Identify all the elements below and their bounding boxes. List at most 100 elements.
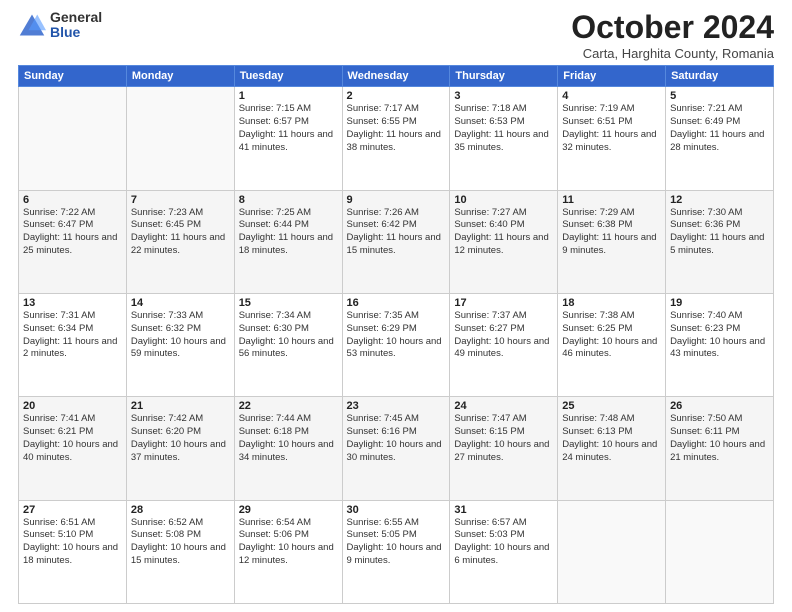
daylight-text: Daylight: 10 hours and 27 minutes.	[454, 439, 549, 463]
day-info: Sunrise: 7:50 AM Sunset: 6:11 PM Dayligh…	[670, 413, 769, 464]
calendar-week-row: 20 Sunrise: 7:41 AM Sunset: 6:21 PM Dayl…	[19, 397, 774, 500]
daylight-text: Daylight: 11 hours and 28 minutes.	[670, 129, 764, 153]
sunset-text: Sunset: 6:42 PM	[347, 219, 417, 230]
sunset-text: Sunset: 6:29 PM	[347, 323, 417, 334]
sunrise-text: Sunrise: 7:19 AM	[562, 103, 634, 114]
day-number: 22	[239, 400, 338, 412]
day-info: Sunrise: 7:35 AM Sunset: 6:29 PM Dayligh…	[347, 310, 446, 361]
logo-blue-text: Blue	[50, 25, 102, 40]
sunrise-text: Sunrise: 7:34 AM	[239, 310, 311, 321]
day-info: Sunrise: 6:54 AM Sunset: 5:06 PM Dayligh…	[239, 517, 338, 568]
calendar-header-row: SundayMondayTuesdayWednesdayThursdayFrid…	[19, 66, 774, 87]
day-number: 16	[347, 297, 446, 309]
sunset-text: Sunset: 6:34 PM	[23, 323, 93, 334]
daylight-text: Daylight: 11 hours and 35 minutes.	[454, 129, 548, 153]
sunset-text: Sunset: 6:18 PM	[239, 426, 309, 437]
day-info: Sunrise: 7:31 AM Sunset: 6:34 PM Dayligh…	[23, 310, 122, 361]
day-info: Sunrise: 7:38 AM Sunset: 6:25 PM Dayligh…	[562, 310, 661, 361]
calendar-cell: 21 Sunrise: 7:42 AM Sunset: 6:20 PM Dayl…	[126, 397, 234, 500]
sunrise-text: Sunrise: 7:21 AM	[670, 103, 742, 114]
sunrise-text: Sunrise: 7:31 AM	[23, 310, 95, 321]
daylight-text: Daylight: 10 hours and 34 minutes.	[239, 439, 334, 463]
day-info: Sunrise: 7:47 AM Sunset: 6:15 PM Dayligh…	[454, 413, 553, 464]
sunrise-text: Sunrise: 7:48 AM	[562, 413, 634, 424]
calendar-cell	[558, 500, 666, 603]
calendar-cell	[126, 87, 234, 190]
day-number: 28	[131, 504, 230, 516]
sunrise-text: Sunrise: 7:41 AM	[23, 413, 95, 424]
daylight-text: Daylight: 10 hours and 49 minutes.	[454, 336, 549, 360]
sunrise-text: Sunrise: 7:17 AM	[347, 103, 419, 114]
sunrise-text: Sunrise: 7:22 AM	[23, 207, 95, 218]
day-number: 27	[23, 504, 122, 516]
calendar-cell: 16 Sunrise: 7:35 AM Sunset: 6:29 PM Dayl…	[342, 293, 450, 396]
sunrise-text: Sunrise: 7:35 AM	[347, 310, 419, 321]
page: General Blue October 2024 Carta, Harghit…	[0, 0, 792, 612]
day-number: 23	[347, 400, 446, 412]
day-info: Sunrise: 7:17 AM Sunset: 6:55 PM Dayligh…	[347, 103, 446, 154]
sunrise-text: Sunrise: 6:55 AM	[347, 517, 419, 528]
sunrise-text: Sunrise: 7:18 AM	[454, 103, 526, 114]
day-info: Sunrise: 7:37 AM Sunset: 6:27 PM Dayligh…	[454, 310, 553, 361]
logo-general-text: General	[50, 10, 102, 25]
sunset-text: Sunset: 6:57 PM	[239, 116, 309, 127]
sunrise-text: Sunrise: 6:57 AM	[454, 517, 526, 528]
sunset-text: Sunset: 6:13 PM	[562, 426, 632, 437]
day-of-week-header: Saturday	[666, 66, 774, 87]
sunset-text: Sunset: 6:20 PM	[131, 426, 201, 437]
day-number: 12	[670, 194, 769, 206]
calendar-cell: 7 Sunrise: 7:23 AM Sunset: 6:45 PM Dayli…	[126, 190, 234, 293]
daylight-text: Daylight: 10 hours and 43 minutes.	[670, 336, 765, 360]
sunset-text: Sunset: 6:51 PM	[562, 116, 632, 127]
daylight-text: Daylight: 11 hours and 25 minutes.	[23, 232, 117, 256]
calendar-cell: 22 Sunrise: 7:44 AM Sunset: 6:18 PM Dayl…	[234, 397, 342, 500]
daylight-text: Daylight: 11 hours and 32 minutes.	[562, 129, 656, 153]
calendar-week-row: 1 Sunrise: 7:15 AM Sunset: 6:57 PM Dayli…	[19, 87, 774, 190]
location: Carta, Harghita County, Romania	[571, 46, 774, 61]
day-number: 4	[562, 90, 661, 102]
calendar-cell: 3 Sunrise: 7:18 AM Sunset: 6:53 PM Dayli…	[450, 87, 558, 190]
calendar-cell: 26 Sunrise: 7:50 AM Sunset: 6:11 PM Dayl…	[666, 397, 774, 500]
day-info: Sunrise: 7:33 AM Sunset: 6:32 PM Dayligh…	[131, 310, 230, 361]
day-of-week-header: Friday	[558, 66, 666, 87]
day-of-week-header: Thursday	[450, 66, 558, 87]
sunset-text: Sunset: 6:27 PM	[454, 323, 524, 334]
day-of-week-header: Tuesday	[234, 66, 342, 87]
sunrise-text: Sunrise: 7:33 AM	[131, 310, 203, 321]
day-number: 2	[347, 90, 446, 102]
day-number: 21	[131, 400, 230, 412]
day-of-week-header: Wednesday	[342, 66, 450, 87]
daylight-text: Daylight: 10 hours and 24 minutes.	[562, 439, 657, 463]
day-info: Sunrise: 7:34 AM Sunset: 6:30 PM Dayligh…	[239, 310, 338, 361]
calendar-cell: 8 Sunrise: 7:25 AM Sunset: 6:44 PM Dayli…	[234, 190, 342, 293]
calendar-cell: 30 Sunrise: 6:55 AM Sunset: 5:05 PM Dayl…	[342, 500, 450, 603]
calendar-cell: 12 Sunrise: 7:30 AM Sunset: 6:36 PM Dayl…	[666, 190, 774, 293]
day-info: Sunrise: 7:25 AM Sunset: 6:44 PM Dayligh…	[239, 207, 338, 258]
day-number: 20	[23, 400, 122, 412]
calendar-cell: 23 Sunrise: 7:45 AM Sunset: 6:16 PM Dayl…	[342, 397, 450, 500]
sunrise-text: Sunrise: 7:42 AM	[131, 413, 203, 424]
sunset-text: Sunset: 6:45 PM	[131, 219, 201, 230]
day-number: 10	[454, 194, 553, 206]
day-of-week-header: Monday	[126, 66, 234, 87]
sunset-text: Sunset: 6:49 PM	[670, 116, 740, 127]
daylight-text: Daylight: 11 hours and 22 minutes.	[131, 232, 225, 256]
day-number: 6	[23, 194, 122, 206]
daylight-text: Daylight: 10 hours and 40 minutes.	[23, 439, 118, 463]
sunrise-text: Sunrise: 7:40 AM	[670, 310, 742, 321]
day-info: Sunrise: 7:41 AM Sunset: 6:21 PM Dayligh…	[23, 413, 122, 464]
daylight-text: Daylight: 10 hours and 9 minutes.	[347, 542, 442, 566]
day-number: 14	[131, 297, 230, 309]
day-info: Sunrise: 7:21 AM Sunset: 6:49 PM Dayligh…	[670, 103, 769, 154]
daylight-text: Daylight: 10 hours and 21 minutes.	[670, 439, 765, 463]
daylight-text: Daylight: 10 hours and 15 minutes.	[131, 542, 226, 566]
day-info: Sunrise: 7:45 AM Sunset: 6:16 PM Dayligh…	[347, 413, 446, 464]
daylight-text: Daylight: 11 hours and 5 minutes.	[670, 232, 764, 256]
daylight-text: Daylight: 11 hours and 41 minutes.	[239, 129, 333, 153]
day-number: 13	[23, 297, 122, 309]
month-title: October 2024	[571, 10, 774, 45]
calendar-cell: 10 Sunrise: 7:27 AM Sunset: 6:40 PM Dayl…	[450, 190, 558, 293]
calendar-cell: 29 Sunrise: 6:54 AM Sunset: 5:06 PM Dayl…	[234, 500, 342, 603]
sunset-text: Sunset: 6:25 PM	[562, 323, 632, 334]
sunset-text: Sunset: 6:21 PM	[23, 426, 93, 437]
